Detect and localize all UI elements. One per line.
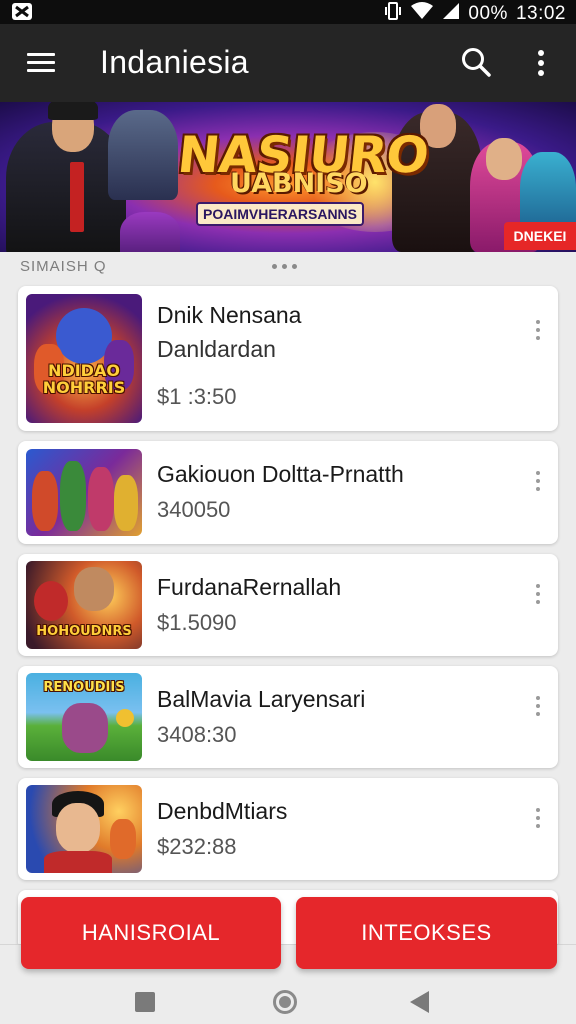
- back-icon[interactable]: [410, 991, 429, 1013]
- banner-subtitle: UABNISO: [230, 168, 368, 199]
- home-icon[interactable]: [273, 990, 297, 1014]
- item-title: DenbdMtiars: [157, 798, 288, 824]
- promo-banner[interactable]: NASIURO UABNISO POAIMVHERARSANNS DNEKEI: [0, 102, 576, 252]
- clock: 13:02: [515, 2, 566, 24]
- notification-icon: [12, 3, 32, 20]
- app-title: Indaniesia: [100, 44, 249, 80]
- item-title: FurdanaRernallah: [157, 574, 342, 600]
- list-item[interactable]: NDIDAO NOHRRIS Dnik Nensana Danldardan $…: [18, 286, 558, 431]
- banner-tagline: POAIMVHERARSANNS: [196, 202, 364, 226]
- vibrate-icon: [384, 2, 402, 25]
- game-thumbnail: [26, 449, 142, 536]
- item-price: 3408:30: [157, 722, 237, 747]
- game-thumbnail: HOHOUDNRS: [26, 561, 142, 649]
- more-options-icon[interactable]: [530, 48, 552, 78]
- banner-character-robot: [108, 110, 178, 200]
- item-title: Dnik Nensana: [157, 302, 302, 328]
- section-label: SIMAISH Q: [20, 258, 107, 275]
- item-title: BalMavia Laryensari: [157, 686, 366, 712]
- game-thumbnail: NDIDAO NOHRRIS: [26, 294, 142, 423]
- item-more-icon[interactable]: [534, 584, 542, 608]
- item-price: $232:88: [157, 834, 237, 859]
- menu-icon[interactable]: [27, 53, 55, 73]
- game-thumbnail: RENOUDIIS: [26, 673, 142, 761]
- item-subtitle: Danldardan: [157, 336, 276, 362]
- game-thumbnail: [26, 785, 142, 873]
- battery-level: 00%: [468, 2, 508, 24]
- page-indicator: [272, 264, 297, 269]
- item-more-icon[interactable]: [534, 471, 542, 495]
- item-more-icon[interactable]: [534, 808, 542, 832]
- search-icon[interactable]: [460, 46, 492, 78]
- recents-icon[interactable]: [135, 992, 155, 1012]
- item-more-icon[interactable]: [534, 320, 542, 344]
- app-bar: Indaniesia: [0, 24, 576, 102]
- item-title: Gakiouon Doltta-Prnatth: [157, 461, 404, 487]
- primary-action-button-left[interactable]: HANISROIAL: [21, 897, 281, 969]
- banner-badge: DNEKEI: [504, 222, 576, 250]
- signal-icon: [442, 2, 460, 25]
- item-price: $1.5090: [157, 610, 237, 635]
- item-price: $1 :3:50: [157, 384, 237, 409]
- primary-action-button-right[interactable]: INTEOKSES: [296, 897, 557, 969]
- status-bar: 00% 13:02: [0, 0, 576, 24]
- list-item[interactable]: DenbdMtiars $232:88: [18, 778, 558, 880]
- list-item[interactable]: RENOUDIIS BalMavia Laryensari 3408:30: [18, 666, 558, 768]
- list-item[interactable]: Gakiouon Doltta-Prnatth 340050: [18, 441, 558, 544]
- list-item[interactable]: HOHOUDNRS FurdanaRernallah $1.5090: [18, 554, 558, 656]
- wifi-icon: [410, 2, 434, 25]
- item-more-icon[interactable]: [534, 696, 542, 720]
- item-price: 340050: [157, 497, 231, 522]
